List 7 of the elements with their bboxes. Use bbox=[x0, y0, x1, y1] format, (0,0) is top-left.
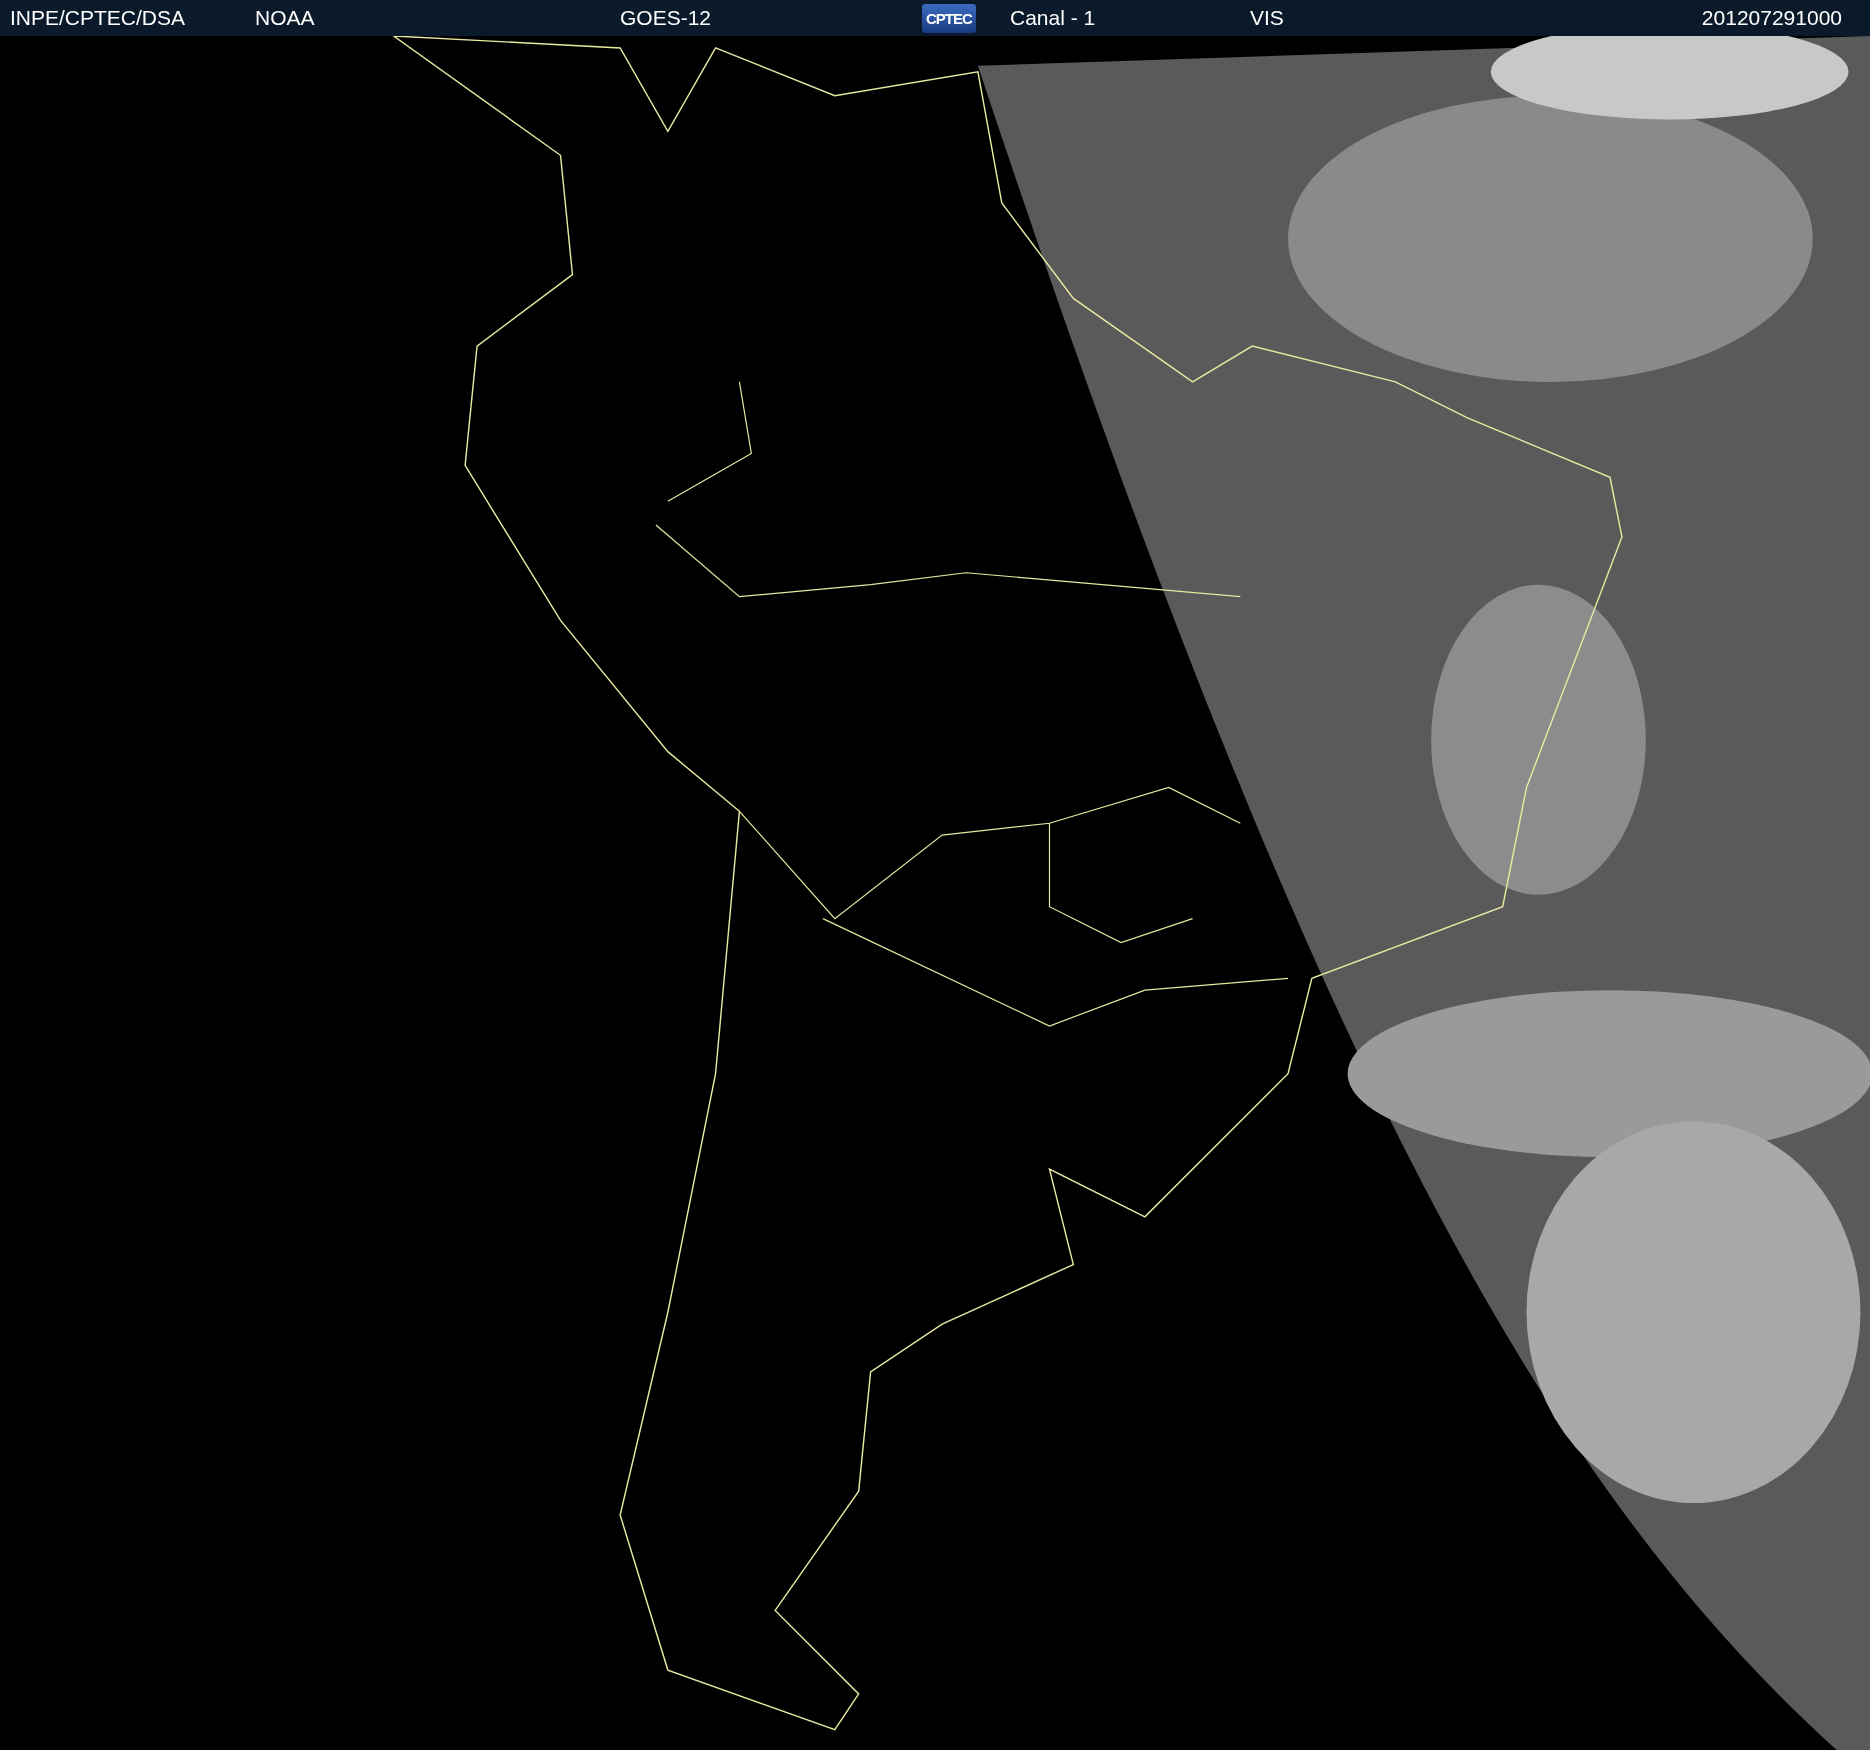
header-label: NOAA bbox=[255, 6, 315, 30]
logo: CPTEC bbox=[922, 3, 976, 33]
header-label: Canal - 1 bbox=[1010, 6, 1096, 30]
header-label: GOES-12 bbox=[620, 6, 712, 30]
header-label: 201207291000 bbox=[1701, 6, 1842, 30]
header-label: VIS bbox=[1250, 6, 1284, 30]
header-label: INPE/CPTEC/DSA bbox=[10, 6, 186, 30]
